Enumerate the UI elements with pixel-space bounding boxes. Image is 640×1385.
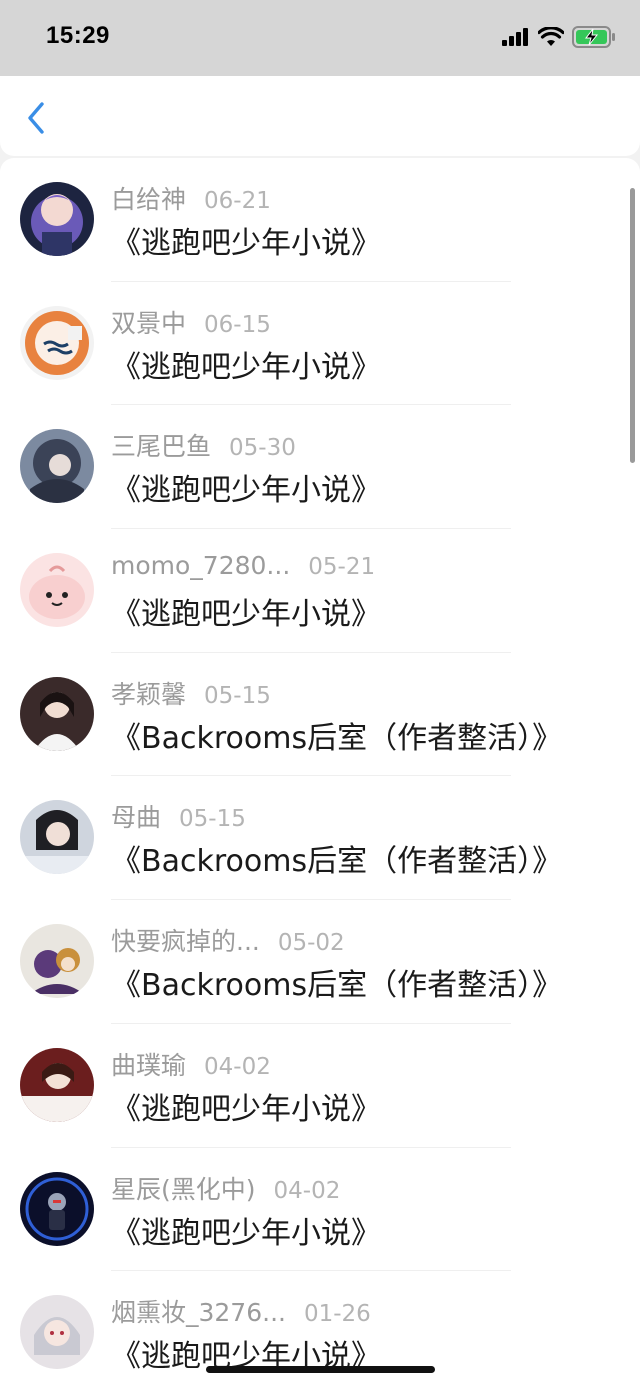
username[interactable]: 星辰(黑化中) [111, 1175, 256, 1204]
list-item[interactable]: 曲璞瑜 04-02 《逃跑吧少年小说》 [0, 1024, 640, 1148]
date: 05-02 [277, 930, 345, 957]
list-item[interactable]: 白给神 06-21 《逃跑吧少年小说》 [0, 158, 640, 282]
username[interactable]: 双景中 [111, 309, 186, 338]
item-meta: momo_7280... 05-21 [111, 551, 375, 580]
book-title[interactable]: 《逃跑吧少年小说》 [111, 1084, 381, 1128]
avatar[interactable] [20, 429, 94, 504]
avatar[interactable] [20, 553, 94, 628]
date: 05-15 [204, 682, 271, 709]
item-meta: 星辰(黑化中) 04-02 [111, 1170, 340, 1206]
book-title[interactable]: 《逃跑吧少年小说》 [111, 1208, 381, 1252]
username[interactable]: 白给神 [111, 185, 186, 214]
avatar[interactable] [20, 924, 94, 999]
status-bar: 15:29 [0, 0, 640, 76]
book-title[interactable]: 《逃跑吧少年小说》 [111, 342, 381, 386]
item-meta: 三尾巴鱼 05-30 [111, 427, 296, 463]
book-title[interactable]: 《逃跑吧少年小说》 [111, 589, 381, 633]
list-item[interactable]: 快要疯掉的... 05-02 《Backrooms后室（作者整活）》 [0, 900, 640, 1024]
book-title[interactable]: 《Backrooms后室（作者整活）》 [111, 960, 562, 1004]
date: 05-30 [229, 435, 296, 462]
book-title[interactable]: 《Backrooms后室（作者整活）》 [111, 836, 562, 880]
date: 01-26 [303, 1301, 371, 1328]
item-meta: 曲璞瑜 04-02 [111, 1046, 271, 1082]
username[interactable]: 母曲 [111, 803, 161, 832]
item-meta: 母曲 05-15 [111, 798, 246, 834]
wifi-icon [537, 26, 565, 51]
item-meta: 孝颖馨 05-15 [111, 675, 271, 711]
date: 04-02 [273, 1177, 341, 1204]
username[interactable]: 曲璞瑜 [111, 1051, 186, 1080]
book-title[interactable]: 《逃跑吧少年小说》 [111, 465, 381, 509]
list-item[interactable]: 孝颖馨 05-15 《Backrooms后室（作者整活）》 [0, 653, 640, 777]
comment-list: 白给神 06-21 《逃跑吧少年小说》 双景中 06-15 《逃跑吧少年小说》 [0, 158, 640, 1385]
chevron-left-icon [28, 102, 44, 134]
nav-bar [0, 76, 640, 156]
list-item[interactable]: 母曲 05-15 《Backrooms后室（作者整活）》 [0, 776, 640, 901]
avatar[interactable] [20, 1047, 94, 1122]
back-button[interactable] [18, 100, 54, 136]
username[interactable]: momo_7280... [111, 551, 290, 580]
avatar[interactable] [20, 1295, 94, 1370]
username[interactable]: 孝颖馨 [111, 680, 186, 709]
date: 04-02 [204, 1053, 271, 1080]
username[interactable]: 三尾巴鱼 [111, 432, 211, 461]
username[interactable]: 烟熏妆_3276... [111, 1298, 286, 1327]
date: 05-21 [308, 554, 376, 581]
date: 06-21 [204, 188, 271, 214]
item-meta: 白给神 06-21 [111, 180, 271, 216]
home-indicator[interactable] [206, 1366, 435, 1373]
status-icons [502, 26, 616, 52]
date: 06-15 [204, 311, 271, 338]
avatar[interactable] [20, 305, 94, 380]
book-title[interactable]: 《逃跑吧少年小说》 [111, 218, 381, 262]
avatar[interactable] [20, 800, 94, 875]
username[interactable]: 快要疯掉的... [111, 927, 260, 956]
date: 05-15 [179, 806, 246, 833]
item-meta: 双景中 06-15 [111, 304, 271, 340]
avatar[interactable] [20, 1171, 94, 1246]
list-item[interactable]: 双景中 06-15 《逃跑吧少年小说》 [0, 282, 640, 406]
scroll-indicator[interactable] [630, 188, 635, 463]
status-time: 15:29 [46, 22, 110, 49]
list-item[interactable]: 星辰(黑化中) 04-02 《逃跑吧少年小说》 [0, 1148, 640, 1272]
book-title[interactable]: 《Backrooms后室（作者整活）》 [111, 713, 562, 757]
signal-icon [502, 28, 530, 50]
item-meta: 烟熏妆_3276... 01-26 [111, 1293, 371, 1329]
avatar[interactable] [20, 676, 94, 751]
list-item[interactable]: 三尾巴鱼 05-30 《逃跑吧少年小说》 [0, 405, 640, 530]
avatar[interactable] [20, 182, 94, 256]
list-item[interactable]: momo_7280... 05-21 《逃跑吧少年小说》 [0, 529, 640, 653]
item-meta: 快要疯掉的... 05-02 [111, 922, 345, 958]
battery-charging-icon [572, 26, 616, 52]
